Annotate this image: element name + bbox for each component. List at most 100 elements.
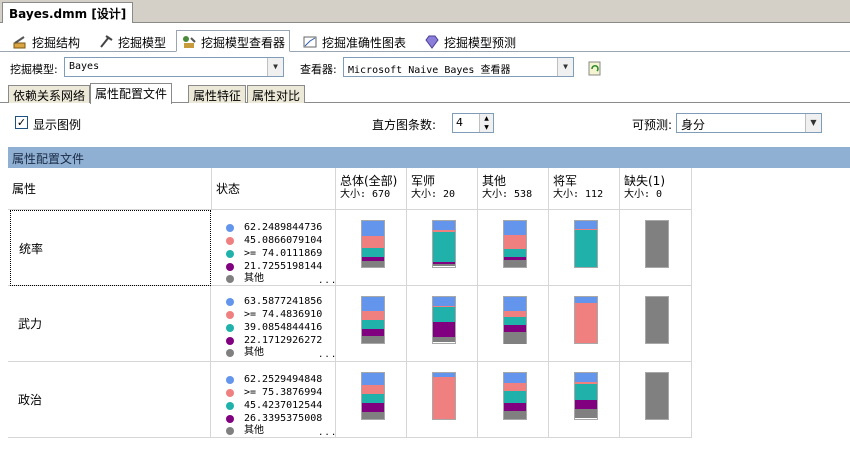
histogram-cell[interactable] [478, 362, 549, 438]
more-indicator: ... [318, 350, 338, 360]
histogram-cell[interactable] [549, 210, 620, 286]
histogram-segment [362, 261, 384, 267]
histogram-bars-stepper[interactable]: 4 ▲ ▼ [452, 113, 494, 133]
histogram-segment [433, 297, 455, 306]
header-group[interactable]: 其他 大小: 538 [478, 168, 549, 210]
histogram-segment [433, 337, 455, 342]
histogram-cell[interactable] [407, 286, 478, 362]
histogram-cell[interactable] [620, 286, 692, 362]
header-states-label: 状态 [216, 182, 241, 196]
histogram-cell[interactable] [336, 286, 407, 362]
group-size: 大小: 0 [624, 189, 663, 200]
states-legend: 62.2489844736 45.0866079104 >= 74.011186… [212, 210, 336, 286]
histogram-segment [504, 235, 526, 249]
histogram-bar [574, 220, 598, 268]
mining-model-select[interactable]: Bayes ▼ [64, 57, 284, 77]
header-attribute-label: 属性 [12, 182, 37, 196]
header-group[interactable]: 军师 大小: 20 [407, 168, 478, 210]
document-tab[interactable]: Bayes.dmm [设计] [2, 2, 134, 23]
state-color-dot [226, 275, 234, 283]
histogram-segment [646, 297, 668, 343]
show-legend-checkbox[interactable]: ✓ [15, 116, 28, 129]
histogram-cell[interactable] [549, 286, 620, 362]
chevron-down-icon[interactable]: ▼ [267, 58, 283, 76]
tab-mining-model[interactable]: 挖掘模型 [94, 30, 170, 52]
tab-attribute-profiles[interactable]: 属性配置文件 [90, 83, 173, 104]
histogram-segment [504, 391, 526, 403]
model-viewer-icon [183, 36, 196, 48]
histogram-segment [504, 373, 526, 383]
refresh-icon[interactable] [588, 60, 602, 76]
tab-label: 挖掘模型 [118, 35, 167, 50]
table-row[interactable]: 统率 62.2489844736 45.0866079104 >= 74.011… [8, 210, 692, 286]
histogram-cell[interactable] [478, 286, 549, 362]
tab-accuracy-chart[interactable]: 挖掘准确性图表 [298, 30, 410, 52]
viewer-toolbar: 挖掘模型: Bayes ▼ 查看器: Microsoft Naive Bayes… [0, 55, 850, 81]
viewer-select[interactable]: Microsoft Naive Bayes 查看器 ▼ [343, 57, 574, 77]
state-label: 其他 [244, 347, 264, 358]
table-row[interactable]: 政治 62.2529494848 >= 75.3876994 45.423701… [8, 362, 692, 438]
header-attribute[interactable]: 属性 [8, 168, 212, 210]
histogram-cell[interactable] [407, 362, 478, 438]
tab-label: 挖掘准确性图表 [322, 35, 407, 50]
histogram-cell[interactable] [407, 210, 478, 286]
histogram-cell[interactable] [478, 210, 549, 286]
mining-model-value: Bayes [69, 61, 100, 72]
histogram-segment [362, 311, 384, 320]
histogram-segment [575, 373, 597, 382]
predictable-select[interactable]: 身分 ▼ [676, 113, 822, 133]
histogram-cell[interactable] [620, 210, 692, 286]
state-label: 45.4237012544 [244, 400, 323, 411]
attribute-cell[interactable]: 政治 [10, 362, 211, 438]
histogram-cell[interactable] [336, 210, 407, 286]
mining-structure-icon [13, 36, 26, 49]
grid-header-row: 属性 状态 总体(全部) 大小: 670 军师 大小: 20 其他 大小: 53… [8, 168, 692, 210]
histogram-segment [646, 373, 668, 419]
tab-attribute-discrimination[interactable]: 属性对比 [247, 85, 306, 103]
state-label: 39.0854844416 [244, 322, 323, 333]
designer-tab-bar: 挖掘结构 挖掘模型 挖掘模型查看器 挖掘准确性图表 挖掘模型预测 [0, 28, 850, 52]
histogram-bar [503, 220, 527, 268]
histogram-segment [433, 221, 455, 230]
predictable-value: 身分 [681, 118, 706, 132]
histogram-bar [645, 296, 669, 344]
histogram-bar [432, 372, 456, 420]
histogram-segment [504, 297, 526, 311]
document-tab-strip: Bayes.dmm [设计] [0, 0, 850, 23]
tab-model-viewer[interactable]: 挖掘模型查看器 [176, 30, 291, 52]
histogram-segment [362, 403, 384, 412]
attribute-name: 武力 [18, 317, 43, 331]
state-label: >= 74.0111869 [244, 248, 323, 259]
tab-attribute-characteristics[interactable]: 属性特征 [188, 85, 247, 103]
state-color-dot [226, 389, 234, 397]
histogram-segment [646, 221, 668, 267]
histogram-cell[interactable] [336, 362, 407, 438]
header-group[interactable]: 总体(全部) 大小: 670 [336, 168, 407, 210]
header-states[interactable]: 状态 [212, 168, 336, 210]
chevron-down-icon[interactable]: ▼ [557, 58, 573, 76]
state-color-dot [226, 263, 234, 271]
header-group[interactable]: 将军 大小: 112 [549, 168, 620, 210]
histogram-segment [504, 221, 526, 235]
state-color-dot [226, 337, 234, 345]
histogram-cell[interactable] [620, 362, 692, 438]
attribute-cell[interactable]: 武力 [10, 286, 211, 362]
histogram-bars-label: 直方图条数: [372, 118, 437, 132]
tab-model-prediction[interactable]: 挖掘模型预测 [420, 30, 520, 52]
histogram-segment [362, 412, 384, 419]
histogram-cell[interactable] [549, 362, 620, 438]
state-color-dot [226, 250, 234, 258]
table-row[interactable]: 武力 63.5877241856 >= 74.4836910 39.085484… [8, 286, 692, 362]
histogram-segment [362, 248, 384, 257]
histogram-segment [504, 332, 526, 344]
histogram-bar [432, 296, 456, 344]
attribute-cell[interactable]: 统率 [10, 210, 211, 286]
stepper-arrows-icon[interactable]: ▲ ▼ [479, 114, 493, 132]
histogram-segment [504, 325, 526, 332]
tab-mining-structure[interactable]: 挖掘结构 [8, 30, 84, 52]
tab-dependency-network[interactable]: 依赖关系网络 [8, 85, 91, 103]
header-group[interactable]: 缺失(1) 大小: 0 [620, 168, 692, 210]
histogram-segment [362, 297, 384, 311]
chevron-down-icon[interactable]: ▼ [805, 114, 821, 132]
state-label: 45.0866079104 [244, 235, 323, 246]
